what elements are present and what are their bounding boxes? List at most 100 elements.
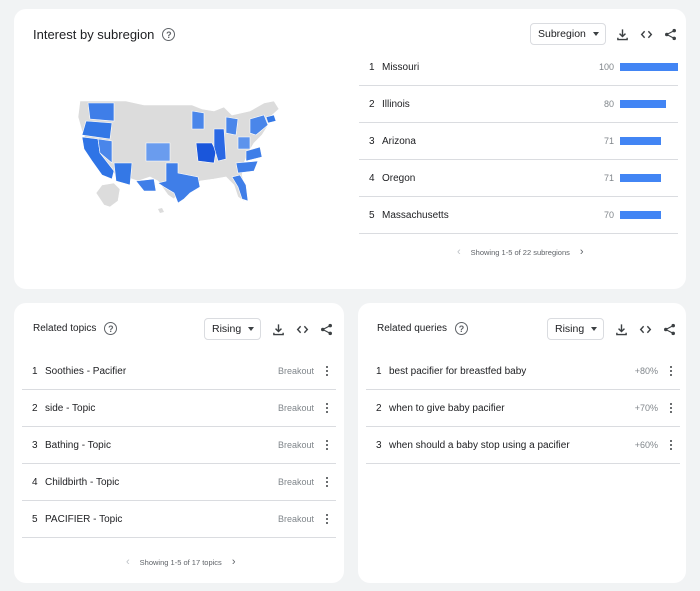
- subregion-row[interactable]: 5 Massachusetts 70: [359, 197, 678, 234]
- help-icon[interactable]: ?: [455, 322, 469, 335]
- queries-card-header: Related queries ?: [377, 322, 469, 335]
- embed-icon[interactable]: [640, 27, 654, 41]
- more-vert-icon[interactable]: [322, 476, 332, 488]
- query-name: best pacifier for breastfed baby: [389, 365, 527, 377]
- topic-name: PACIFIER - Topic: [45, 513, 123, 525]
- topic-rank: 3: [32, 439, 38, 451]
- topic-rank: 5: [32, 513, 38, 525]
- query-value: +80%: [634, 366, 658, 376]
- query-value: +60%: [634, 440, 658, 450]
- dropdown-caret-icon: [592, 32, 599, 36]
- topic-row[interactable]: 3 Bathing - Topic Breakout: [22, 427, 336, 464]
- new-mexico-state: [135, 178, 157, 192]
- help-icon[interactable]: ?: [104, 322, 118, 335]
- embed-icon[interactable]: [638, 322, 652, 336]
- topics-filter-select[interactable]: Rising: [204, 318, 262, 340]
- more-vert-icon[interactable]: [666, 439, 676, 451]
- subregion-rank: 4: [369, 172, 375, 184]
- topic-value: Breakout: [277, 477, 314, 487]
- topic-name: Soothies - Pacifier: [45, 365, 127, 377]
- subregion-value: 71: [603, 136, 614, 146]
- subregion-rank: 3: [369, 135, 375, 147]
- subregion-bar: [620, 174, 678, 182]
- subregion-pager-text: Showing 1-5 of 22 subregions: [470, 247, 570, 257]
- topic-row[interactable]: 5 PACIFIER - Topic Breakout: [22, 501, 336, 538]
- query-row[interactable]: 3 when should a baby stop using a pacifie…: [366, 427, 680, 464]
- query-rank: 3: [376, 439, 382, 451]
- subregion-bar: [620, 100, 678, 108]
- us-choropleth-map[interactable]: [74, 89, 298, 214]
- subregion-row[interactable]: 1 Missouri 100: [359, 49, 678, 86]
- subregion-value: 100: [598, 62, 614, 72]
- query-row[interactable]: 1 best pacifier for breastfed baby +80%: [366, 353, 680, 390]
- subregion-bar-fill: [620, 174, 662, 182]
- share-icon[interactable]: [319, 322, 333, 336]
- query-rank: 2: [376, 402, 382, 414]
- topics-pager-text: Showing 1-5 of 17 topics: [139, 557, 222, 567]
- download-icon[interactable]: [616, 27, 630, 41]
- subregion-bar-fill: [620, 137, 662, 145]
- queries-filter-select[interactable]: Rising: [547, 318, 605, 340]
- share-icon[interactable]: [664, 27, 678, 41]
- topic-value: Breakout: [277, 440, 314, 450]
- chevron-right-icon[interactable]: ›: [580, 246, 584, 258]
- subregion-name: Massachusetts: [382, 209, 449, 221]
- subregion-bar: [620, 211, 678, 219]
- hawaii-shape: [158, 208, 164, 213]
- query-rank: 1: [376, 365, 382, 377]
- download-icon[interactable]: [614, 322, 628, 336]
- interest-by-subregion-card: Interest by subregion ? Subregion 1 Miss…: [14, 9, 686, 289]
- topic-value: Breakout: [277, 514, 314, 524]
- subregion-select-label: Subregion: [538, 28, 586, 40]
- chevron-left-icon[interactable]: ‹: [457, 246, 461, 258]
- related-queries-card: Related queries ? Rising 1 best pacifier …: [358, 303, 686, 583]
- subregion-resolution-select[interactable]: Subregion: [530, 23, 606, 45]
- topic-row[interactable]: 4 Childbirth - Topic Breakout: [22, 464, 336, 501]
- topic-rank: 2: [32, 402, 38, 414]
- subregion-name: Illinois: [382, 98, 410, 110]
- more-vert-icon[interactable]: [666, 365, 676, 377]
- subregion-value: 71: [603, 173, 614, 183]
- washington-state: [87, 102, 115, 122]
- more-vert-icon[interactable]: [322, 439, 332, 451]
- missouri-state: [195, 142, 217, 164]
- more-vert-icon[interactable]: [666, 402, 676, 414]
- subregion-name: Arizona: [382, 135, 416, 147]
- subregion-row[interactable]: 2 Illinois 80: [359, 86, 678, 123]
- topic-row[interactable]: 1 Soothies - Pacifier Breakout: [22, 353, 336, 390]
- subregion-card-header: Interest by subregion ?: [33, 27, 176, 42]
- subregion-name: Oregon: [382, 172, 416, 184]
- queries-toolbar: Rising: [547, 318, 676, 340]
- colorado-state: [145, 142, 171, 162]
- ohio-state: [237, 136, 251, 150]
- more-vert-icon[interactable]: [322, 402, 332, 414]
- chevron-left-icon[interactable]: ‹: [126, 556, 130, 568]
- more-vert-icon[interactable]: [322, 365, 332, 377]
- topic-name: side - Topic: [45, 402, 96, 414]
- alaska-shape: [95, 182, 121, 208]
- help-icon[interactable]: ?: [162, 28, 176, 41]
- query-row[interactable]: 2 when to give baby pacifier +70%: [366, 390, 680, 427]
- topics-title: Related topics: [33, 323, 97, 334]
- query-name: when should a baby stop using a pacifier: [389, 439, 570, 451]
- subregion-value: 80: [603, 99, 614, 109]
- subregion-bar-fill: [620, 211, 661, 219]
- dropdown-caret-icon: [591, 327, 598, 331]
- embed-icon[interactable]: [295, 322, 309, 336]
- arizona-state: [113, 162, 133, 186]
- topic-name: Childbirth - Topic: [45, 476, 120, 488]
- subregion-row[interactable]: 4 Oregon 71: [359, 160, 678, 197]
- subregion-toolbar: Subregion: [530, 23, 678, 45]
- share-icon[interactable]: [662, 322, 676, 336]
- chevron-right-icon[interactable]: ›: [232, 556, 236, 568]
- download-icon[interactable]: [271, 322, 285, 336]
- subregion-name: Missouri: [382, 61, 420, 73]
- topic-value: Breakout: [277, 403, 314, 413]
- dropdown-caret-icon: [248, 327, 255, 331]
- more-vert-icon[interactable]: [322, 513, 332, 525]
- subregion-bar-fill: [620, 100, 667, 108]
- topic-row[interactable]: 2 side - Topic Breakout: [22, 390, 336, 427]
- subregion-row[interactable]: 3 Arizona 71: [359, 123, 678, 160]
- subregion-bar-fill: [620, 63, 678, 71]
- topic-name: Bathing - Topic: [45, 439, 111, 451]
